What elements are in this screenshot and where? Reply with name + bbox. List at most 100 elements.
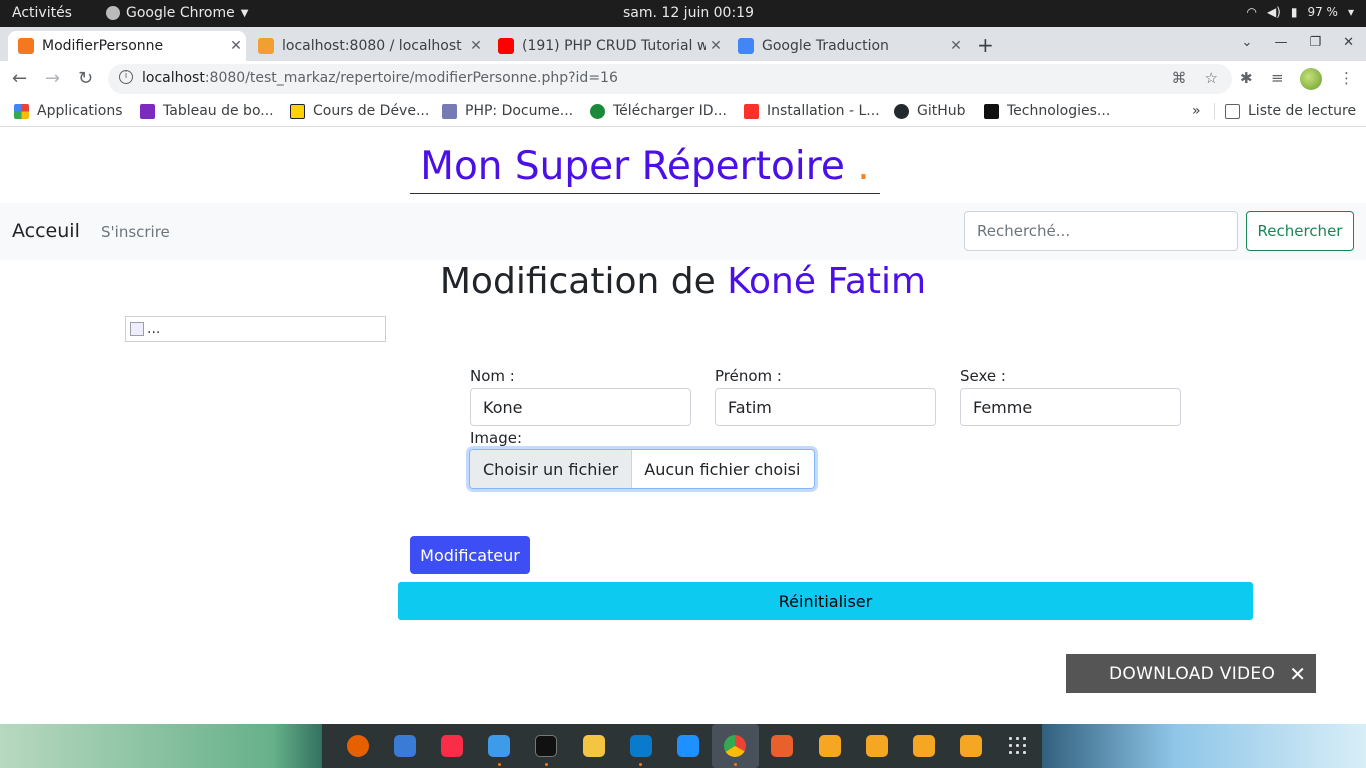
forward-arrow-icon[interactable]: → — [45, 68, 60, 89]
profile-avatar[interactable] — [1300, 68, 1322, 90]
download-video-overlay[interactable]: DOWNLOAD VIDEO ✕ — [1066, 654, 1316, 693]
modify-submit-button[interactable]: Modificateur — [410, 536, 530, 574]
dock-finder[interactable] — [476, 724, 523, 768]
dock-mail[interactable] — [381, 724, 428, 768]
dock-chrome[interactable] — [711, 724, 759, 768]
close-tab-icon[interactable]: ✕ — [226, 38, 246, 54]
dock-show-apps[interactable] — [995, 724, 1042, 768]
sexe-label: Sexe : — [960, 367, 1006, 385]
media-control-icon[interactable]: ≡ — [1271, 69, 1284, 87]
bookmark-installation-laravel[interactable]: Installation - L... — [744, 103, 880, 119]
browser-toolbar: ← → ↻ i localhost:8080/test_markaz/reper… — [0, 61, 1366, 97]
page-heading: Modification de Koné Fatim — [439, 261, 927, 302]
navbar-brand-link[interactable]: Acceuil — [12, 220, 80, 242]
search-input[interactable] — [964, 211, 1238, 251]
nom-input[interactable] — [470, 388, 691, 426]
dock-terminal[interactable] — [523, 724, 570, 768]
back-arrow-icon[interactable]: ← — [12, 68, 27, 89]
close-overlay-icon[interactable]: ✕ — [1289, 662, 1306, 686]
close-window-icon[interactable]: ✕ — [1343, 35, 1354, 50]
bookmark-technologies[interactable]: Technologies... — [984, 103, 1110, 119]
laravel-icon — [744, 103, 759, 119]
minimize-icon[interactable]: — — [1274, 35, 1287, 50]
folder-icon — [818, 735, 841, 757]
search-button[interactable]: Rechercher — [1246, 211, 1354, 251]
tab-title: (191) PHP CRUD Tutorial w — [522, 38, 706, 54]
tab-youtube[interactable]: (191) PHP CRUD Tutorial w ✕ — [488, 31, 726, 61]
bookmark-applications[interactable]: Applications — [14, 103, 123, 119]
tab-modifier-personne[interactable]: ModifierPersonne ✕ — [8, 31, 246, 61]
tab-title: Google Traduction — [762, 38, 889, 54]
tab-search-icon[interactable]: ⌄ — [1242, 35, 1253, 50]
tab-title: localhost:8080 / localhost — [282, 38, 462, 54]
broken-image-icon — [130, 322, 144, 336]
tray-caret-icon: ▾ — [1347, 5, 1354, 19]
folder-icon — [865, 735, 888, 757]
vscode-icon — [629, 735, 652, 757]
dock-folder-2[interactable] — [853, 724, 900, 768]
bookmark-star-icon[interactable]: ☆ — [1205, 69, 1218, 87]
system-tray[interactable]: ◠ ◀) ▮ 97 % ▾ — [1246, 5, 1354, 19]
bookmark-php-documentation[interactable]: PHP: Docume... — [442, 103, 573, 119]
app-menu[interactable]: Google Chrome ▼ — [106, 5, 248, 21]
close-tab-icon[interactable]: ✕ — [706, 38, 726, 54]
dock-text-editor[interactable] — [570, 724, 617, 768]
kebab-menu-icon[interactable]: ⋮ — [1339, 69, 1354, 87]
site-info-icon[interactable]: i — [119, 70, 133, 84]
translate-favicon-icon — [738, 38, 754, 54]
activities-button[interactable]: Activités — [12, 5, 72, 21]
tab-strip: ModifierPersonne ✕ localhost:8080 / loca… — [0, 27, 1366, 79]
maximize-icon[interactable]: ❐ — [1309, 35, 1321, 50]
tab-phpmyadmin[interactable]: localhost:8080 / localhost ✕ — [248, 31, 486, 61]
dock-folder-3[interactable] — [900, 724, 947, 768]
youtube-favicon-icon — [498, 38, 514, 54]
bookmark-github[interactable]: GitHub — [894, 103, 966, 119]
reading-list[interactable]: Liste de lecture — [1214, 103, 1356, 119]
download-icon — [590, 103, 605, 119]
clock[interactable]: sam. 12 juin 00:19 — [623, 5, 754, 21]
prenom-input[interactable] — [715, 388, 936, 426]
bookmarks-overflow-chevron-icon[interactable]: » — [1192, 103, 1201, 119]
web-page: Mon Super Répertoire . Acceuil S'inscrir… — [0, 128, 1366, 724]
tab-google-translate[interactable]: Google Traduction ✕ — [728, 31, 966, 61]
extensions-puzzle-icon[interactable]: ✱ — [1240, 69, 1253, 87]
apps-grid-icon — [14, 103, 29, 119]
finder-icon — [488, 735, 511, 757]
address-bar[interactable]: i localhost:8080/test_markaz/repertoire/… — [108, 64, 1232, 94]
bookmark-cours-de-developpement[interactable]: Cours de Déve... — [290, 103, 429, 119]
folder-icon — [960, 735, 983, 757]
reset-button[interactable]: Réinitialiser — [398, 582, 1253, 620]
translate-page-icon[interactable]: ⌘ — [1172, 69, 1187, 87]
choose-file-button[interactable]: Choisir un fichier — [470, 450, 633, 488]
github-icon — [894, 103, 909, 119]
chrome-icon — [724, 735, 747, 757]
dock-folder-4[interactable] — [948, 724, 995, 768]
broken-image-placeholder: ... — [125, 316, 386, 342]
bookmark-tableau-de-bord[interactable]: Tableau de bo... — [140, 103, 274, 119]
nav-link-sinscrire[interactable]: S'inscrire — [101, 223, 170, 241]
dock-vscode[interactable] — [617, 724, 664, 768]
bookmark-telecharger-ide[interactable]: Télécharger ID... — [590, 103, 727, 119]
dock-music[interactable] — [428, 724, 475, 768]
reload-icon[interactable]: ↻ — [78, 68, 93, 89]
prenom-label: Prénom : — [715, 367, 782, 385]
screenshot-icon — [771, 735, 794, 757]
sexe-input[interactable] — [960, 388, 1181, 426]
close-tab-icon[interactable]: ✕ — [466, 38, 486, 54]
dock-firefox[interactable] — [334, 724, 381, 768]
volume-icon: ◀) — [1266, 5, 1281, 19]
dock-folder-1[interactable] — [806, 724, 853, 768]
file-status: Aucun fichier choisi — [644, 459, 801, 479]
music-icon — [441, 735, 463, 757]
folder-icon — [913, 735, 936, 757]
image-file-input[interactable]: Choisir un fichier Aucun fichier choisi — [469, 449, 815, 489]
navbar: Acceuil S'inscrire Rechercher — [0, 203, 1366, 260]
tech-icon — [984, 103, 999, 119]
dock-app-store[interactable] — [664, 724, 711, 768]
new-tab-plus-icon[interactable]: + — [977, 33, 994, 57]
site-title: Mon Super Répertoire . — [420, 144, 870, 189]
close-tab-icon[interactable]: ✕ — [946, 38, 966, 54]
wifi-icon: ◠ — [1246, 5, 1257, 19]
url-text: localhost:8080/test_markaz/repertoire/mo… — [142, 70, 618, 86]
dock-screenshot[interactable] — [759, 724, 806, 768]
